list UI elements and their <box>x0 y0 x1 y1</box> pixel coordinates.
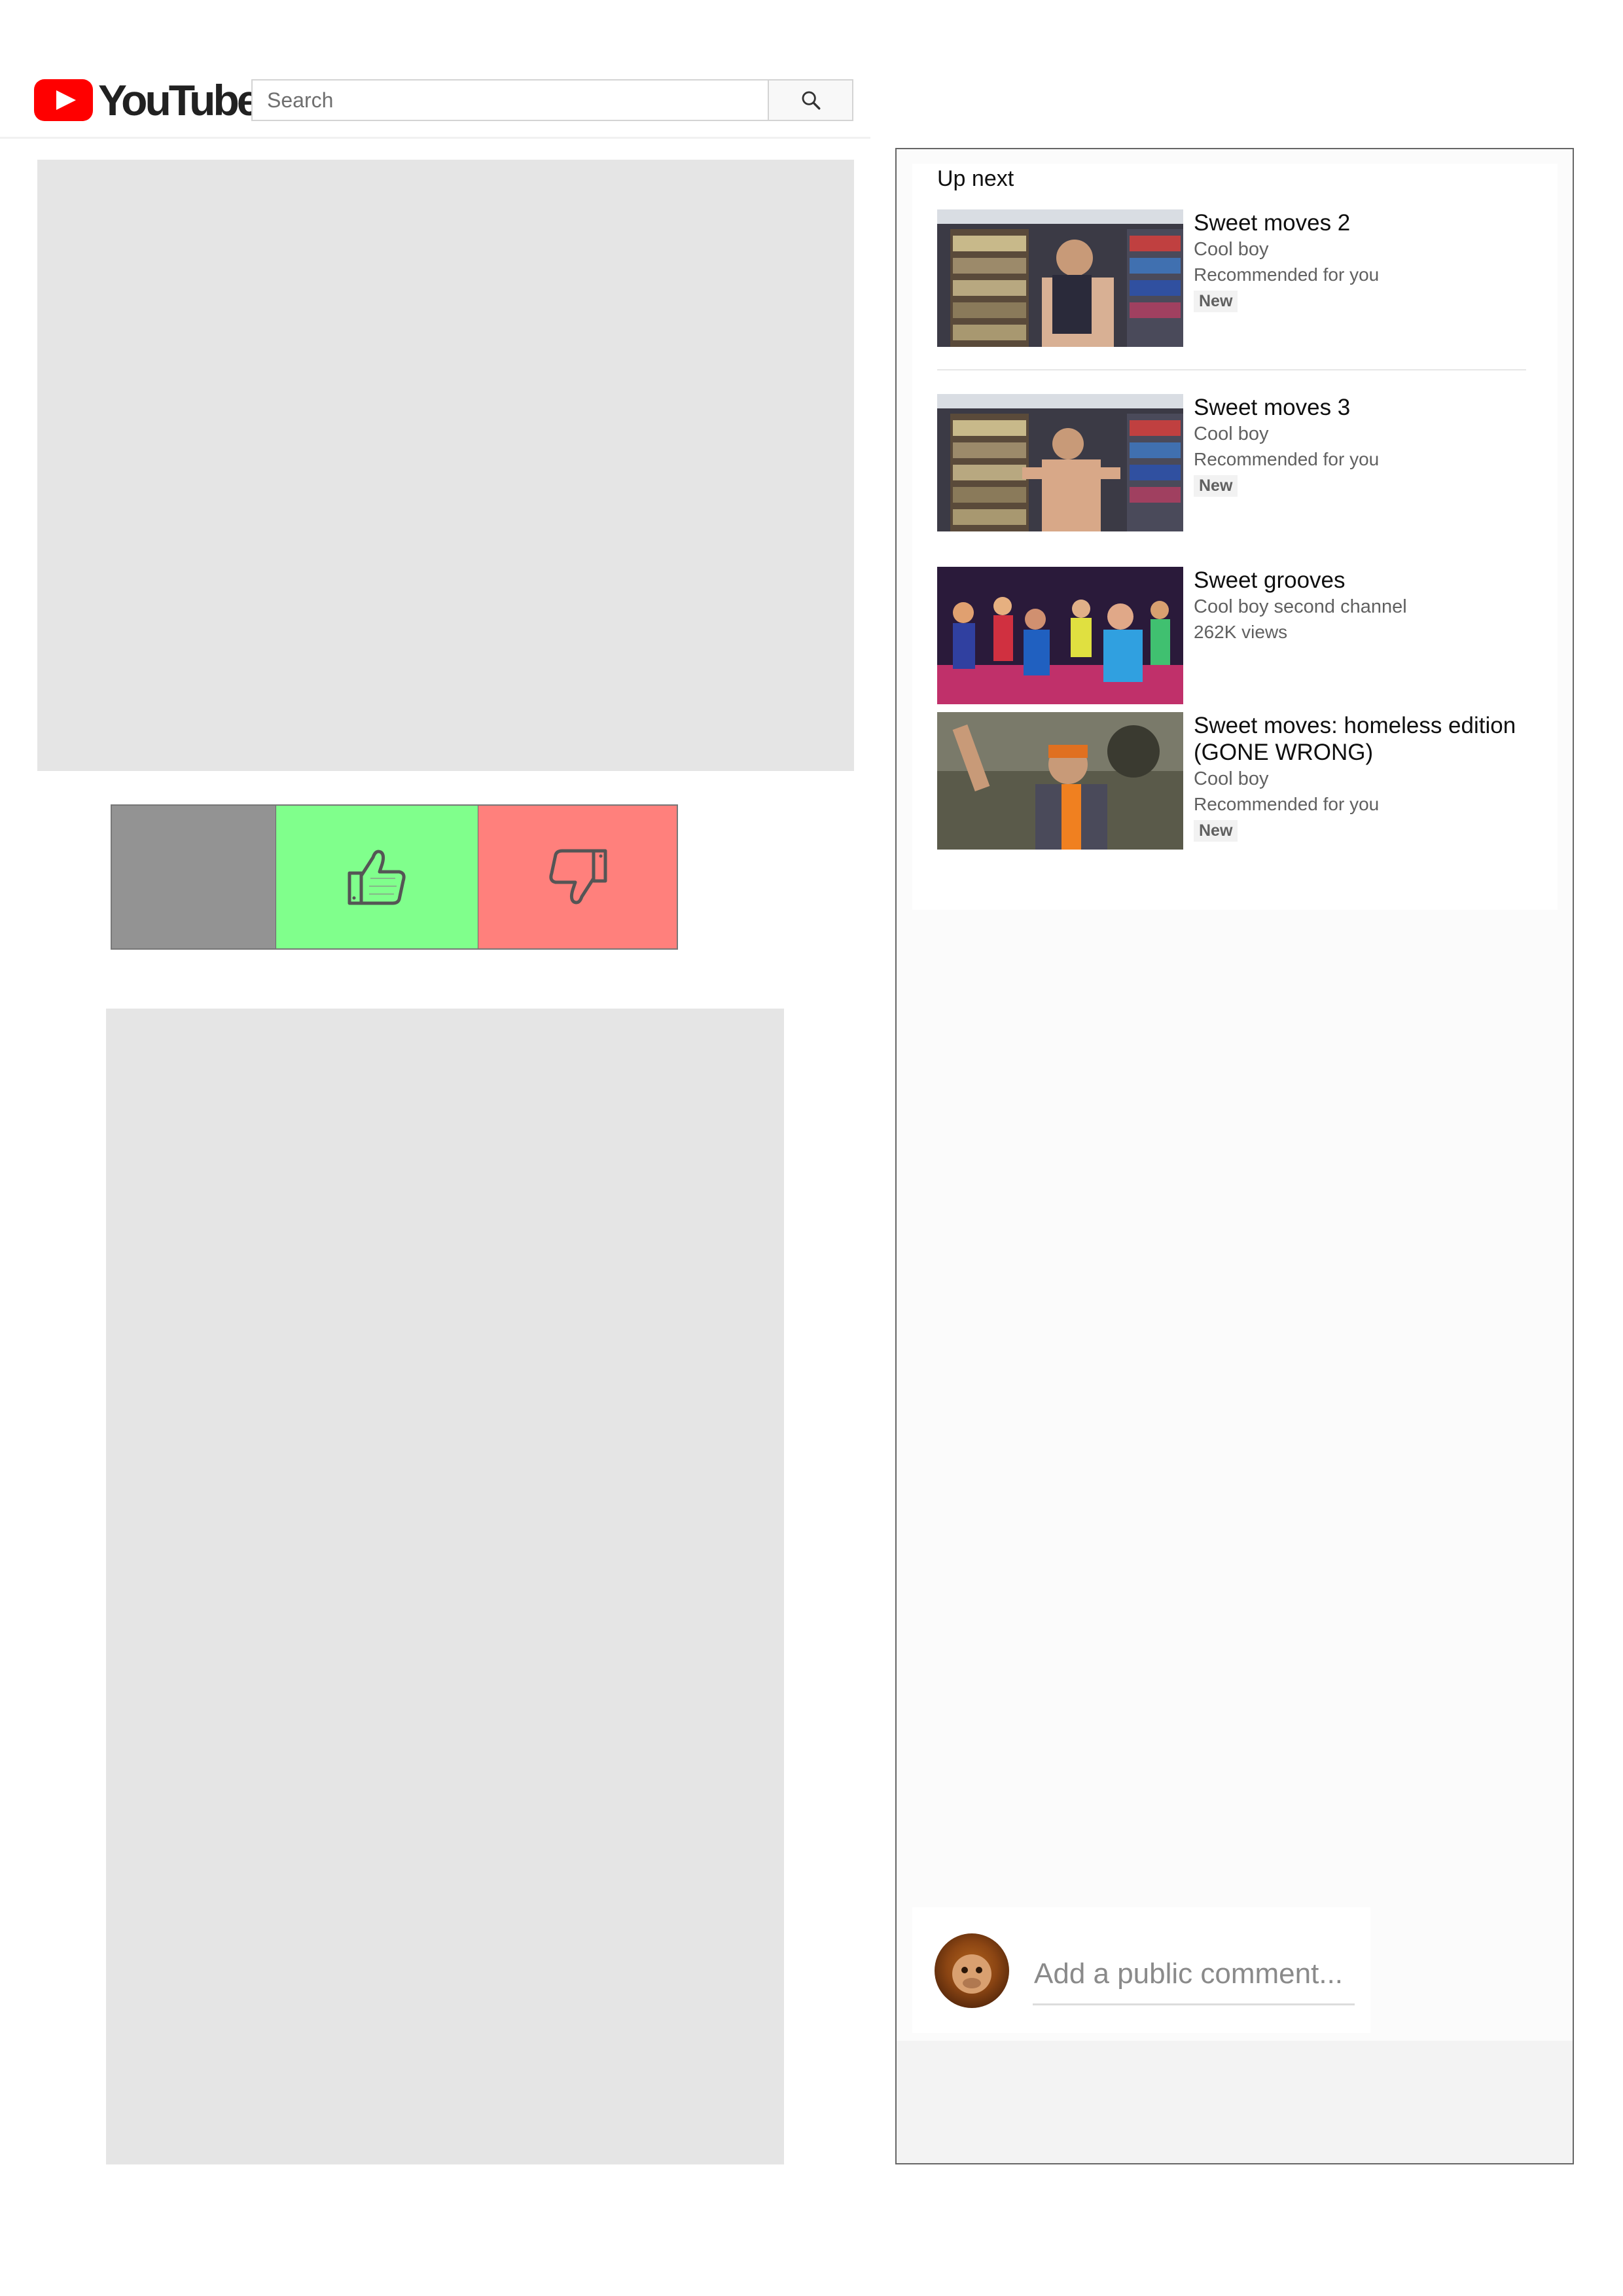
divider <box>937 369 1526 370</box>
search-button[interactable] <box>768 79 853 121</box>
video-thumbnail[interactable] <box>937 209 1183 347</box>
new-badge: New <box>1194 291 1238 312</box>
video-channel: Cool boy <box>1194 768 1269 789</box>
reaction-bar <box>111 804 678 950</box>
video-meta: Sweet moves 2 Cool boy Recommended for y… <box>1194 209 1547 312</box>
search-input[interactable] <box>266 87 755 113</box>
dislike-button[interactable] <box>478 806 677 948</box>
new-badge: New <box>1194 475 1238 497</box>
video-meta: Sweet grooves Cool boy second channel 26… <box>1194 567 1547 643</box>
video-channel: Cool boy <box>1194 423 1269 444</box>
search-box[interactable] <box>251 79 769 121</box>
video-player[interactable] <box>37 160 854 771</box>
bottom-strip <box>897 2041 1573 2163</box>
video-subtext: Recommended for you <box>1194 449 1380 469</box>
video-thumbnail[interactable] <box>937 567 1183 704</box>
comment-input[interactable] <box>1033 1956 1355 1991</box>
video-title[interactable]: Sweet moves 3 <box>1194 394 1547 421</box>
sidebar-panel: Up next Sweet moves 2 Cool boy Recommend… <box>895 148 1574 2164</box>
video-thumbnail[interactable] <box>937 394 1183 531</box>
new-badge: New <box>1194 820 1238 842</box>
thumbs-up-icon <box>348 850 406 905</box>
video-title[interactable]: Sweet moves 2 <box>1194 209 1547 236</box>
video-meta: Sweet moves 3 Cool boy Recommended for y… <box>1194 394 1547 497</box>
play-logo-icon <box>34 79 93 121</box>
video-item-sweet-moves-3[interactable]: Sweet moves 3 Cool boy Recommended for y… <box>937 394 1539 533</box>
video-subtext: 262K views <box>1194 622 1288 642</box>
youtube-logo[interactable]: YouTube <box>34 76 261 124</box>
video-meta: Sweet moves: homeless edition (GONE WRON… <box>1194 712 1547 842</box>
thumbs-down-icon <box>548 849 607 905</box>
video-item-sweet-grooves[interactable]: Sweet grooves Cool boy second channel 26… <box>937 567 1539 706</box>
like-button[interactable] <box>276 806 478 948</box>
video-channel: Cool boy second channel <box>1194 596 1407 617</box>
search-icon <box>802 91 820 110</box>
video-title[interactable]: Sweet grooves <box>1194 567 1547 594</box>
logo-text: YouTube <box>98 76 261 124</box>
description-panel <box>106 1009 784 2164</box>
video-channel: Cool boy <box>1194 239 1269 260</box>
comment-input-field[interactable] <box>1033 1944 1355 2005</box>
video-subtext: Recommended for you <box>1194 794 1380 814</box>
video-subtext: Recommended for you <box>1194 264 1380 285</box>
video-title[interactable]: Sweet moves: homeless edition (GONE WRON… <box>1194 712 1547 766</box>
reaction-neutral-segment <box>112 806 276 948</box>
video-item-sweet-moves-homeless-edition[interactable]: Sweet moves: homeless edition (GONE WRON… <box>937 712 1539 851</box>
avatar <box>935 1933 1009 2008</box>
up-next-title: Up next <box>937 166 1014 191</box>
video-item-sweet-moves-2[interactable]: Sweet moves 2 Cool boy Recommended for y… <box>937 209 1539 348</box>
video-thumbnail[interactable] <box>937 712 1183 850</box>
